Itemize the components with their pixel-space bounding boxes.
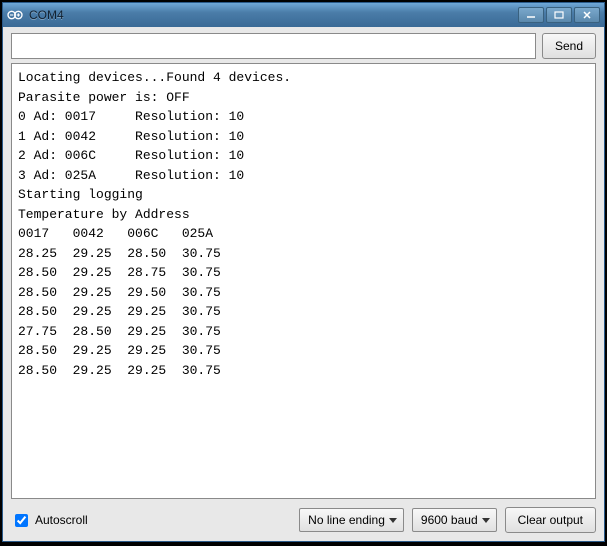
clear-output-button[interactable]: Clear output: [505, 507, 596, 533]
send-input[interactable]: [11, 33, 536, 59]
close-button[interactable]: [574, 7, 600, 23]
line-ending-select[interactable]: No line ending: [299, 508, 404, 532]
serial-monitor-window: COM4 Send Locating devices...Found 4 dev…: [2, 2, 605, 542]
window-controls: [518, 7, 600, 23]
autoscroll-checkbox[interactable]: [15, 514, 28, 527]
send-button[interactable]: Send: [542, 33, 596, 59]
minimize-button[interactable]: [518, 7, 544, 23]
autoscroll-checkbox-wrap[interactable]: Autoscroll: [11, 511, 291, 530]
console-output[interactable]: Locating devices...Found 4 devices. Para…: [11, 63, 596, 499]
send-toolbar: Send: [3, 27, 604, 63]
maximize-button[interactable]: [546, 7, 572, 23]
titlebar[interactable]: COM4: [3, 3, 604, 27]
autoscroll-label: Autoscroll: [35, 513, 88, 527]
bottom-bar: Autoscroll No line ending 9600 baud Clea…: [3, 503, 604, 541]
arduino-icon: [7, 7, 23, 23]
window-title: COM4: [29, 8, 518, 22]
baud-value: 9600 baud: [421, 513, 478, 527]
line-ending-value: No line ending: [308, 513, 385, 527]
baud-select[interactable]: 9600 baud: [412, 508, 497, 532]
